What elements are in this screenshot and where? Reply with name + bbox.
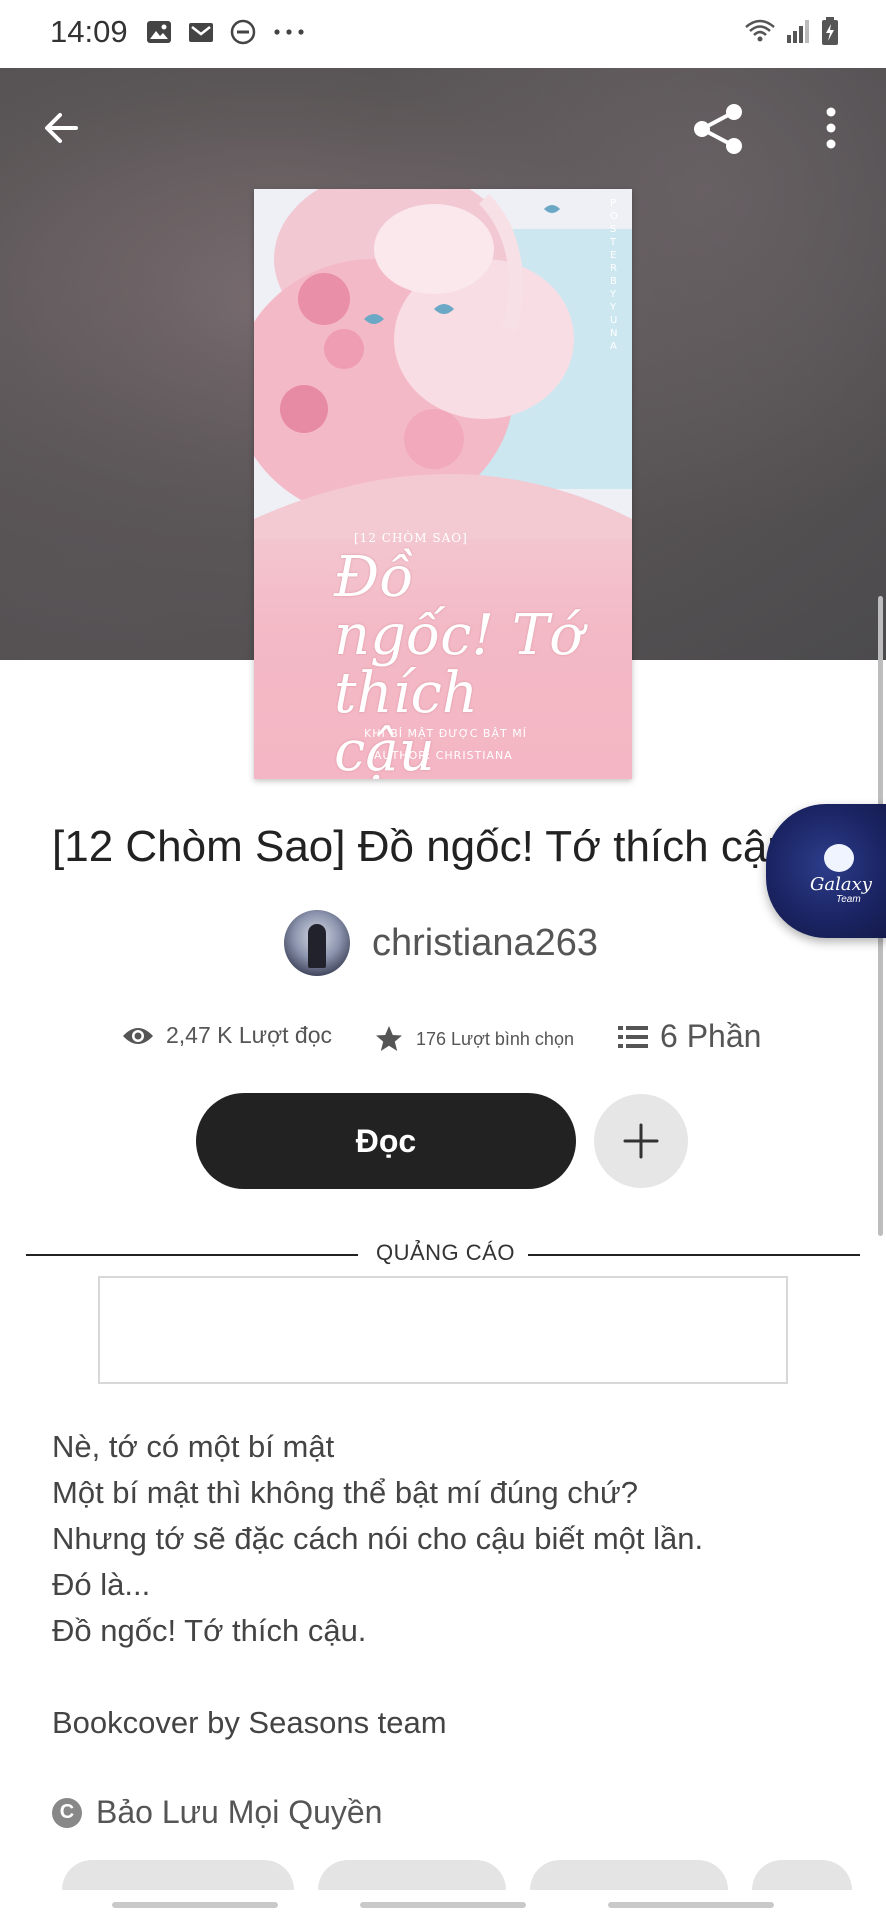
list-icon xyxy=(618,1025,648,1048)
galaxy-team-bubble[interactable]: Galaxy Team xyxy=(766,804,886,938)
wifi-icon xyxy=(745,19,775,42)
cover-series: [12 CHÒM SAO] xyxy=(354,531,468,545)
image-icon xyxy=(147,21,171,43)
book-cover: POSTER BY YUNA [12 CHÒM SAO] Đồ ngốc! Tớ… xyxy=(254,189,632,779)
story-stats: 2,47 K Lượt đọc 176 Lượt bình chọn 6 Phầ… xyxy=(0,1018,886,1062)
author-name[interactable]: christiana263 xyxy=(372,922,598,965)
system-nav-bar xyxy=(0,1890,886,1920)
ad-divider: QUẢNG CÁO xyxy=(26,1240,860,1265)
cover-title: Đồ ngốc! Tớ thích cậu xyxy=(334,545,583,780)
parts-count: 6 Phần xyxy=(660,1018,762,1054)
description-line: Đó là... xyxy=(52,1567,151,1602)
ad-slot[interactable] xyxy=(98,1276,788,1384)
nav-home-button[interactable] xyxy=(360,1902,526,1908)
cover-poster-credit: POSTER BY YUNA xyxy=(610,198,620,352)
votes-count: 176 Lượt bình chọn xyxy=(416,1028,574,1049)
signal-icon xyxy=(787,20,809,43)
cover-illustration xyxy=(254,189,632,539)
stat-reads: 2,47 K Lượt đọc xyxy=(122,1022,332,1049)
copyright-text: Bảo Lưu Mọi Quyền xyxy=(96,1794,383,1830)
description-line: Đồ ngốc! Tớ thích cậu. xyxy=(52,1613,367,1648)
description-line: Nè, tớ có một bí mật xyxy=(52,1429,335,1464)
galaxy-sub: Team xyxy=(836,894,861,905)
nav-back-button[interactable] xyxy=(608,1902,774,1908)
galaxy-label: Galaxy xyxy=(810,874,872,895)
cover-credit: Bookcover by Seasons team xyxy=(52,1705,447,1740)
reads-count: 2,47 K Lượt đọc xyxy=(166,1022,333,1048)
divider-line-left xyxy=(26,1254,358,1256)
do-not-disturb-icon xyxy=(230,19,256,45)
nav-recents-button[interactable] xyxy=(112,1902,278,1908)
status-time: 14:09 xyxy=(50,14,128,49)
share-icon[interactable] xyxy=(690,100,748,158)
status-icons-right xyxy=(744,16,840,46)
plus-icon xyxy=(623,1123,659,1159)
eye-icon xyxy=(123,1027,153,1044)
tag-chips xyxy=(0,1860,886,1890)
battery-charging-icon xyxy=(822,17,838,45)
copyright-icon: C xyxy=(52,1797,82,1828)
cover-author: AUTHOR: CHRISTIANA xyxy=(374,749,513,762)
description-line: Nhưng tớ sẽ đặc cách nói cho cậu biết mộ… xyxy=(52,1521,704,1556)
description-line: Một bí mật thì không thể bật mí đúng chứ… xyxy=(52,1475,638,1510)
tag-chip[interactable] xyxy=(752,1860,852,1890)
story-title: [12 Chòm Sao] Đồ ngốc! Tớ thích cậu xyxy=(52,822,792,871)
add-to-library-button[interactable] xyxy=(594,1094,688,1188)
tag-chip[interactable] xyxy=(530,1860,728,1890)
read-button[interactable]: Đọc xyxy=(196,1093,576,1189)
star-icon xyxy=(376,1026,402,1051)
status-icons-left xyxy=(145,18,307,46)
more-dots-icon xyxy=(274,29,304,35)
moon-icon xyxy=(824,844,854,872)
mail-icon xyxy=(189,23,213,42)
tag-chip[interactable] xyxy=(62,1860,294,1890)
stat-votes: 176 Lượt bình chọn xyxy=(374,1024,574,1054)
arrow-left-icon[interactable] xyxy=(36,102,88,154)
cover-subtitle: KHI BÍ MẬT ĐƯỢC BẬT MÍ xyxy=(364,727,527,740)
tag-chip[interactable] xyxy=(318,1860,506,1890)
copyright-row: C Bảo Lưu Mọi Quyền xyxy=(52,1794,382,1831)
more-vertical-icon[interactable] xyxy=(816,102,846,154)
divider-line-right xyxy=(528,1254,860,1256)
status-bar: 14:09 xyxy=(0,0,886,68)
ad-label: QUẢNG CÁO xyxy=(376,1240,515,1265)
stat-parts: 6 Phần xyxy=(618,1018,761,1055)
story-description: Nè, tớ có một bí mật Một bí mật thì khôn… xyxy=(52,1424,842,1746)
avatar[interactable] xyxy=(284,910,350,976)
author-row[interactable]: christiana263 xyxy=(284,910,598,976)
